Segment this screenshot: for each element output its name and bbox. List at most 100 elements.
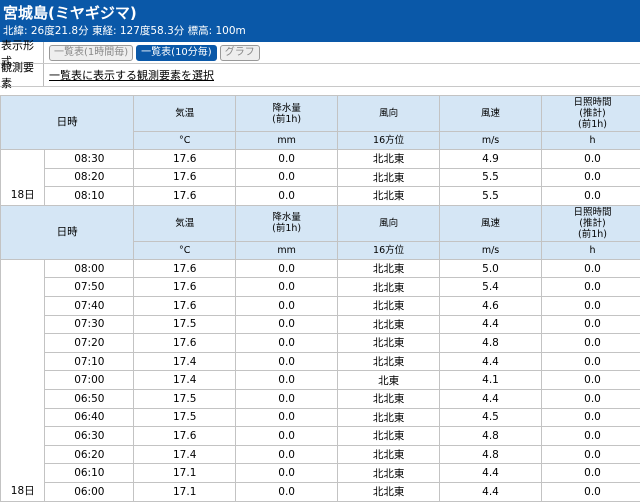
date-cell: 18日 bbox=[0, 149, 46, 206]
time-cell: 08:10 bbox=[44, 186, 135, 206]
station-name: 宮城島(ミヤギジマ) bbox=[3, 4, 137, 22]
sunshine-cell: 0.0 bbox=[540, 426, 640, 446]
time-cell: 08:00 bbox=[44, 258, 135, 279]
column-header: 気温 bbox=[133, 95, 237, 132]
sunshine-cell: 0.0 bbox=[540, 186, 640, 206]
sunshine-cell: 0.0 bbox=[540, 149, 640, 169]
table-row: 06:10 17.1 0.0 北北東 4.4 0.0 bbox=[1, 463, 640, 483]
unit-header: °C bbox=[133, 131, 237, 150]
wind-speed-cell: 4.8 bbox=[439, 333, 542, 353]
column-header: 風向 bbox=[337, 204, 441, 242]
select-elements-link[interactable]: 一覧表に表示する観測要素を選択 bbox=[44, 67, 214, 83]
wind-speed-cell: 4.4 bbox=[439, 314, 542, 335]
wind-speed-cell: 4.5 bbox=[439, 407, 542, 428]
datetime-header: 日時 bbox=[0, 95, 135, 150]
precipitation-cell: 0.0 bbox=[235, 258, 339, 279]
table-row: 18日 08:30 17.6 0.0 北北東 4.9 0.0 bbox=[0, 149, 640, 206]
sunshine-cell: 0.0 bbox=[540, 295, 640, 316]
elements-row: 観測要素 一覧表に表示する観測要素を選択 bbox=[0, 61, 640, 90]
precipitation-cell: 0.0 bbox=[235, 314, 339, 335]
temperature-cell: 17.4 bbox=[133, 351, 237, 372]
column-header: 降水量 (前1h) bbox=[235, 95, 339, 132]
time-cell: 08:30 bbox=[44, 149, 135, 169]
wind-speed-cell: 5.5 bbox=[439, 186, 542, 206]
wind-direction-cell: 北北東 bbox=[337, 407, 441, 428]
precipitation-cell: 0.0 bbox=[235, 149, 339, 169]
temperature-cell: 17.6 bbox=[133, 149, 237, 169]
sunshine-cell: 0.0 bbox=[540, 444, 640, 465]
sunshine-cell: 0.0 bbox=[540, 351, 640, 372]
time-cell: 07:00 bbox=[44, 370, 135, 390]
sunshine-cell: 0.0 bbox=[540, 333, 640, 353]
wind-speed-cell: 4.9 bbox=[439, 149, 542, 169]
sunshine-cell: 0.0 bbox=[540, 167, 640, 188]
precipitation-cell: 0.0 bbox=[235, 407, 339, 428]
column-header: 風向 bbox=[337, 95, 441, 132]
precipitation-cell: 0.0 bbox=[235, 167, 339, 188]
display-format-buttons: 一覧表(1時間毎) 一覧表(10分毎) グラフ bbox=[44, 44, 260, 61]
wind-direction-cell: 北北東 bbox=[337, 295, 441, 316]
column-header: 日照時間 (推計) (前1h) bbox=[540, 95, 640, 132]
temperature-cell: 17.6 bbox=[133, 258, 237, 279]
sunshine-cell: 0.0 bbox=[540, 277, 640, 297]
hourly-table-button[interactable]: 一覧表(1時間毎) bbox=[49, 44, 134, 61]
temperature-cell: 17.6 bbox=[133, 333, 237, 353]
graph-button[interactable]: グラフ bbox=[219, 44, 260, 61]
wind-speed-cell: 4.4 bbox=[439, 463, 542, 483]
sunshine-cell: 0.0 bbox=[540, 258, 640, 279]
time-cell: 07:20 bbox=[44, 333, 135, 353]
table-row: 18日 08:00 17.6 0.0 北北東 5.0 0.0 bbox=[0, 258, 640, 502]
ten-minute-table-button[interactable]: 一覧表(10分毎) bbox=[136, 44, 217, 61]
sunshine-cell: 0.0 bbox=[540, 370, 640, 390]
sunshine-cell: 0.0 bbox=[540, 463, 640, 483]
wind-speed-cell: 4.4 bbox=[439, 481, 542, 502]
wind-speed-cell: 4.6 bbox=[439, 295, 542, 316]
wind-direction-cell: 北北東 bbox=[337, 314, 441, 335]
table-row: 06:20 17.4 0.0 北北東 4.8 0.0 bbox=[1, 444, 640, 465]
temperature-cell: 17.4 bbox=[133, 444, 237, 465]
wind-speed-cell: 4.8 bbox=[439, 426, 542, 446]
time-cell: 07:30 bbox=[44, 314, 135, 335]
wind-direction-cell: 北北東 bbox=[337, 426, 441, 446]
temperature-cell: 17.5 bbox=[133, 314, 237, 335]
wind-speed-cell: 5.0 bbox=[439, 258, 542, 279]
wind-direction-cell: 北北東 bbox=[337, 444, 441, 465]
precipitation-cell: 0.0 bbox=[235, 370, 339, 390]
time-cell: 07:10 bbox=[44, 351, 135, 372]
precipitation-cell: 0.0 bbox=[235, 463, 339, 483]
wind-direction-cell: 北北東 bbox=[337, 388, 441, 409]
sunshine-cell: 0.0 bbox=[540, 314, 640, 335]
time-cell: 07:50 bbox=[44, 277, 135, 297]
unit-header: h bbox=[540, 131, 640, 150]
column-header: 気温 bbox=[133, 204, 237, 242]
wind-direction-cell: 北北東 bbox=[337, 277, 441, 297]
wind-direction-cell: 北北東 bbox=[337, 481, 441, 502]
temperature-cell: 17.1 bbox=[133, 463, 237, 483]
time-cell: 07:40 bbox=[44, 295, 135, 316]
unit-header: m/s bbox=[439, 240, 542, 260]
precipitation-cell: 0.0 bbox=[235, 295, 339, 316]
wind-direction-cell: 北北東 bbox=[337, 351, 441, 372]
temperature-cell: 17.5 bbox=[133, 407, 237, 428]
wind-direction-cell: 北東 bbox=[337, 370, 441, 390]
table-header-row: 日時 気温 降水量 (前1h) 風向 風速 日照時間 (推計) (前1h) bbox=[0, 95, 640, 150]
wind-speed-cell: 4.4 bbox=[439, 388, 542, 409]
time-cell: 06:50 bbox=[44, 388, 135, 409]
table-row: 08:10 17.6 0.0 北北東 5.5 0.0 bbox=[1, 186, 640, 206]
wind-direction-cell: 北北東 bbox=[337, 149, 441, 169]
precipitation-cell: 0.0 bbox=[235, 426, 339, 446]
time-cell: 06:10 bbox=[44, 463, 135, 483]
wind-direction-cell: 北北東 bbox=[337, 186, 441, 206]
temperature-cell: 17.5 bbox=[133, 388, 237, 409]
temperature-cell: 17.6 bbox=[133, 277, 237, 297]
table-row: 06:00 17.1 0.0 北北東 4.4 0.0 bbox=[1, 481, 640, 502]
precipitation-cell: 0.0 bbox=[235, 444, 339, 465]
sunshine-cell: 0.0 bbox=[540, 388, 640, 409]
table-row: 06:50 17.5 0.0 北北東 4.4 0.0 bbox=[1, 388, 640, 409]
table-row: 07:00 17.4 0.0 北東 4.1 0.0 bbox=[1, 370, 640, 390]
table-header-row: 日時 気温 降水量 (前1h) 風向 風速 日照時間 (推計) (前1h) bbox=[0, 204, 640, 260]
column-header: 風速 bbox=[439, 204, 542, 242]
table-row: 07:40 17.6 0.0 北北東 4.6 0.0 bbox=[1, 295, 640, 316]
precipitation-cell: 0.0 bbox=[235, 277, 339, 297]
temperature-cell: 17.6 bbox=[133, 167, 237, 188]
